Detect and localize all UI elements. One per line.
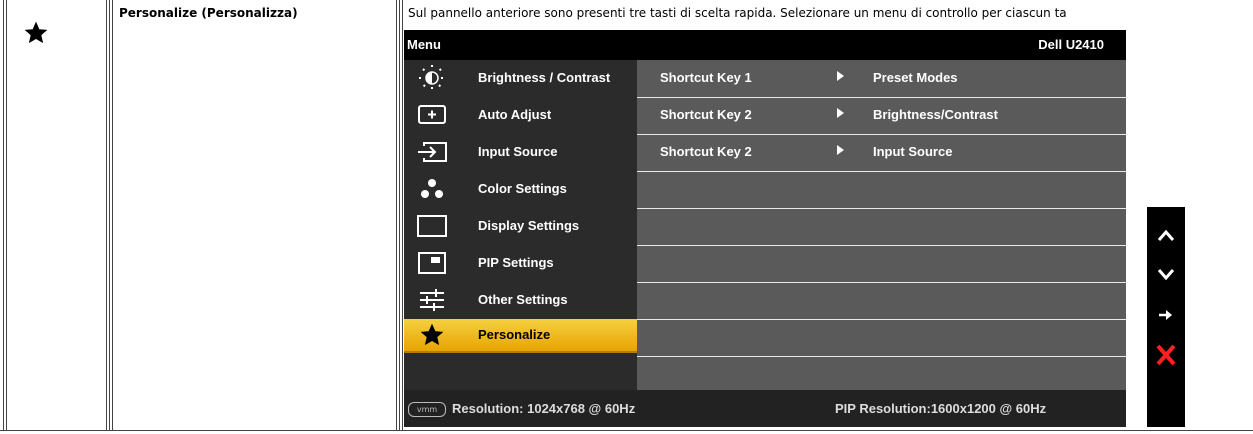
osd-menu: Menu Dell U2410 Brightness / Contrast Au… (404, 30, 1126, 427)
right-arrow-icon (1159, 310, 1172, 320)
down-button[interactable] (1147, 255, 1185, 295)
button-strip (1147, 207, 1185, 427)
auto-adjust-icon (412, 101, 452, 129)
brightness-icon (412, 64, 452, 92)
play-arrow-icon (837, 145, 844, 155)
resolution-text: Resolution: 1024x768 @ 60Hz (452, 401, 636, 416)
exit-button[interactable] (1147, 335, 1185, 375)
osd-model-name: Dell U2410 (1038, 37, 1104, 52)
frame-line (396, 0, 397, 430)
pip-resolution-text: PIP Resolution:1600x1200 @ 60Hz (835, 401, 1047, 416)
osd-submenu: Shortcut Key 1 Preset Modes Shortcut Key… (637, 60, 1126, 390)
menu-item-label: PIP Settings (478, 255, 554, 270)
menu-item-display-settings[interactable]: Display Settings (404, 208, 637, 245)
shortcut-key-value: Input Source (873, 144, 953, 159)
star-icon (23, 20, 49, 51)
menu-item-auto-adjust[interactable]: Auto Adjust (404, 97, 637, 134)
frame-line (112, 0, 113, 430)
vga-icon: vmm (408, 402, 446, 417)
enter-button[interactable] (1147, 295, 1185, 335)
menu-item-label: Other Settings (478, 292, 568, 307)
close-icon (1156, 344, 1176, 366)
input-source-icon (412, 138, 452, 166)
shortcut-key-value: Brightness/Contrast (873, 107, 998, 122)
row-title: Personalize (Personalizza) (119, 6, 298, 20)
shortcut-key-2-row[interactable]: Shortcut Key 2 Brightness/Contrast (637, 97, 1126, 135)
shortcut-key-label: Shortcut Key 2 (660, 107, 752, 122)
shortcut-key-label: Shortcut Key 2 (660, 144, 752, 159)
shortcut-key-value: Preset Modes (873, 70, 958, 85)
shortcut-key-3-row[interactable]: Shortcut Key 2 Input Source (637, 134, 1126, 172)
shortcut-key-1-row[interactable]: Shortcut Key 1 Preset Modes (637, 60, 1126, 98)
color-settings-icon (412, 175, 452, 203)
frame-line (402, 0, 403, 430)
empty-row (637, 208, 1126, 246)
empty-row (637, 171, 1126, 209)
frame-line (399, 0, 400, 430)
osd-main-menu: Brightness / Contrast Auto Adjust Input … (404, 60, 637, 390)
osd-header: Menu Dell U2410 (404, 30, 1126, 60)
play-arrow-icon (837, 108, 844, 118)
menu-item-label: Display Settings (478, 218, 580, 233)
frame-line (3, 0, 4, 430)
menu-item-label: Auto Adjust (478, 107, 552, 122)
description-text: Sul pannello anteriore sono presenti tre… (408, 6, 1067, 20)
down-arrow-icon (1157, 269, 1175, 281)
frame-line (6, 0, 7, 430)
other-settings-icon (412, 286, 452, 314)
menu-item-label: Personalize (478, 327, 551, 342)
menu-item-input-source[interactable]: Input Source (404, 134, 637, 171)
display-settings-icon (412, 212, 452, 240)
frame-line (0, 430, 1253, 431)
menu-item-personalize[interactable]: Personalize (404, 319, 637, 353)
pip-settings-icon (412, 249, 452, 277)
frame-line (106, 0, 107, 430)
empty-row (637, 245, 1126, 283)
up-button[interactable] (1147, 215, 1185, 255)
frame-line (109, 0, 110, 430)
osd-status-bar: vmm Resolution: 1024x768 @ 60Hz PIP Reso… (404, 390, 1126, 427)
menu-item-pip-settings[interactable]: PIP Settings (404, 245, 637, 282)
empty-row (637, 319, 1126, 357)
shortcut-key-label: Shortcut Key 1 (660, 70, 752, 85)
empty-row (637, 282, 1126, 320)
menu-item-label: Input Source (478, 144, 558, 159)
menu-item-label: Color Settings (478, 181, 567, 196)
star-icon (412, 321, 452, 349)
menu-item-color-settings[interactable]: Color Settings (404, 171, 637, 208)
play-arrow-icon (837, 71, 844, 81)
menu-item-other-settings[interactable]: Other Settings (404, 282, 637, 319)
menu-item-brightness-contrast[interactable]: Brightness / Contrast (404, 60, 637, 97)
up-arrow-icon (1157, 229, 1175, 241)
osd-menu-title: Menu (407, 37, 441, 52)
menu-item-label: Brightness / Contrast (478, 70, 611, 85)
